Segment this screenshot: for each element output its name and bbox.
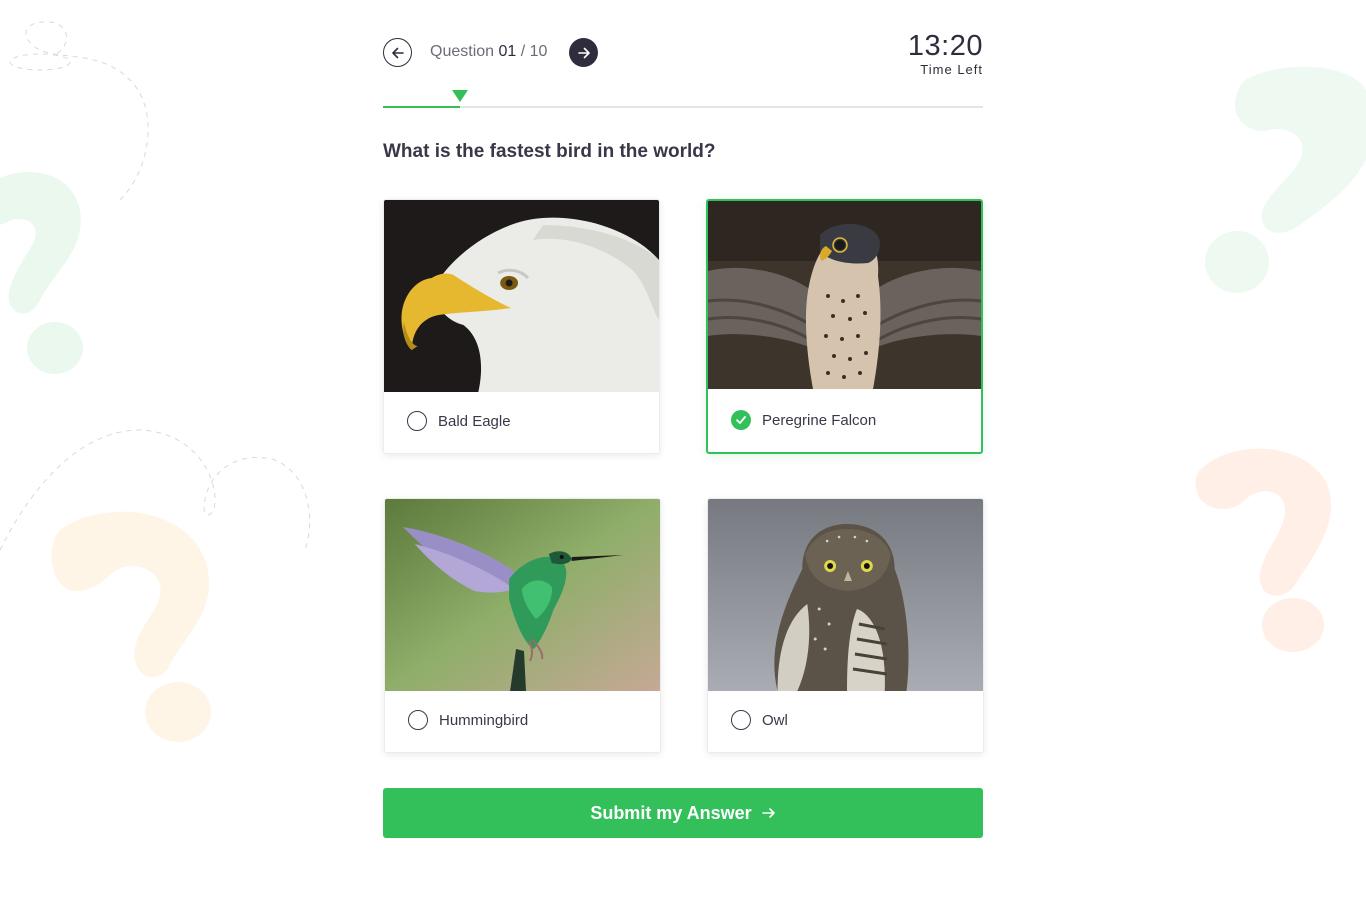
peregrine-falcon-image [708, 201, 981, 389]
radio-button[interactable] [407, 411, 427, 431]
hummingbird-image [385, 499, 660, 691]
arrow-right-icon [761, 808, 775, 818]
radio-button[interactable] [731, 710, 751, 730]
answer-option-footer: Peregrine Falcon [708, 389, 981, 452]
arrow-left-icon [391, 47, 404, 58]
checkmark-icon [736, 416, 746, 424]
answer-option-footer: Owl [708, 689, 983, 752]
answer-option-hummingbird[interactable]: Hummingbird [384, 498, 661, 753]
progress-bar [383, 90, 983, 108]
radio-button[interactable] [408, 710, 428, 730]
question-mark-decoration-green-right [1205, 66, 1366, 293]
question-word: Question [430, 43, 495, 60]
quiz-header: Question 01 / 10 13:20 Time Left [383, 30, 983, 88]
answer-option-peregrine-falcon[interactable]: Peregrine Falcon [706, 199, 983, 454]
answer-option-label: Bald Eagle [438, 413, 511, 430]
bald-eagle-image [384, 200, 659, 392]
counter-separator: / [520, 43, 526, 60]
owl-image [708, 499, 983, 691]
question-text: What is the fastest bird in the world? [383, 141, 716, 162]
answer-option-bald-eagle[interactable]: Bald Eagle [383, 199, 660, 454]
answer-option-label: Hummingbird [439, 712, 529, 729]
answer-option-footer: Bald Eagle [384, 390, 659, 453]
submit-button-label: Submit my Answer [590, 802, 752, 823]
answer-option-label: Peregrine Falcon [762, 412, 877, 429]
question-counter: Question 01 / 10 [430, 43, 547, 61]
timer-label: Time Left [920, 62, 983, 77]
answer-option-label: Owl [762, 712, 788, 729]
next-question-button[interactable] [569, 38, 598, 67]
current-question-number: 01 [498, 43, 517, 60]
answer-option-footer: Hummingbird [385, 689, 660, 752]
progress-marker-icon [451, 90, 468, 102]
background-decoration [0, 21, 1366, 742]
total-questions: 10 [529, 43, 548, 60]
countdown-timer: 13:20 Time Left [908, 29, 983, 76]
question-mark-decoration-green-left [0, 21, 149, 374]
previous-question-button[interactable] [383, 38, 412, 67]
arrow-right-icon [577, 47, 590, 58]
question-mark-decoration-orange-left [0, 429, 311, 742]
radio-button-checked[interactable] [731, 410, 751, 430]
timer-value: 13:20 [907, 30, 983, 62]
progress-bar-fill [383, 106, 460, 108]
answer-option-owl[interactable]: Owl [707, 498, 984, 753]
submit-answer-button[interactable]: Submit my Answer [383, 788, 983, 838]
question-mark-decoration-orange-right [1195, 448, 1332, 652]
